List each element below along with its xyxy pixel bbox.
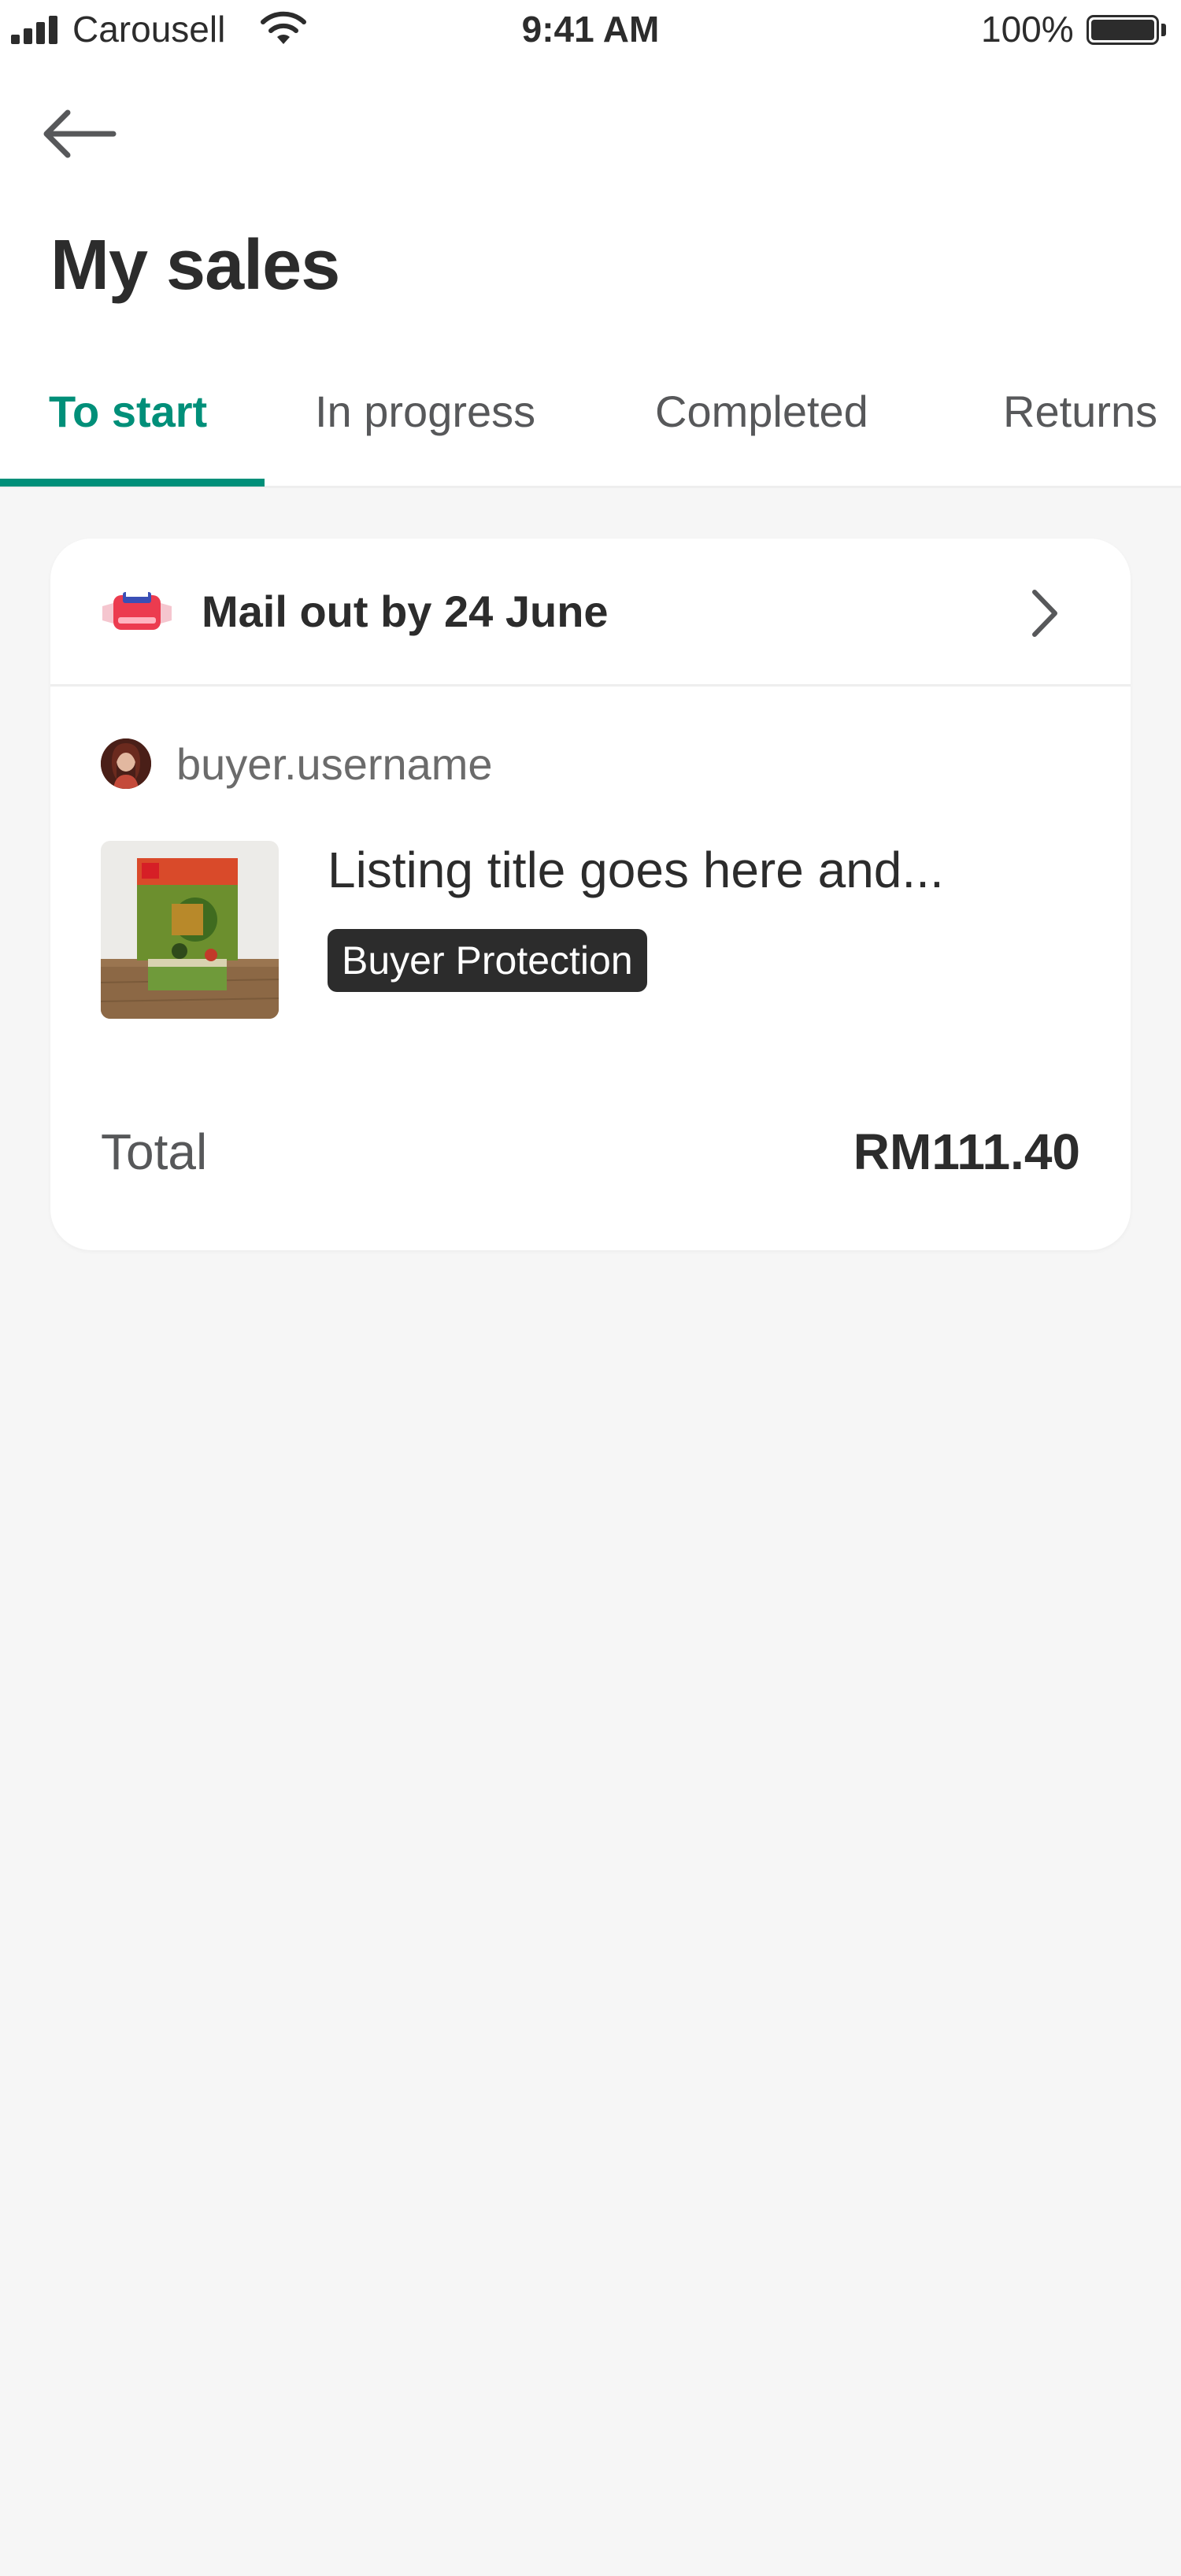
battery-icon: [1087, 15, 1159, 45]
tab-completed[interactable]: Completed: [655, 386, 868, 437]
listing-title[interactable]: Listing title goes here and...: [328, 841, 944, 899]
tab-bar: To start In progress Completed Returns: [0, 370, 1181, 488]
buyer-avatar: [101, 738, 151, 789]
status-bar: Carousell 9:41 AM 100%: [0, 0, 1181, 61]
header-area: Carousell 9:41 AM 100% My sales To start…: [0, 0, 1181, 488]
order-card[interactable]: Mail out by 24 June buyer.username Listi…: [50, 539, 1131, 1250]
tab-to-start[interactable]: To start: [49, 386, 207, 437]
total-label: Total: [101, 1123, 208, 1180]
total-value: RM111.40: [853, 1123, 1080, 1180]
chevron-right-icon: [1032, 590, 1057, 637]
buyer-username: buyer.username: [176, 739, 493, 789]
arrow-left-icon: [43, 109, 117, 158]
active-tab-indicator: [0, 479, 265, 487]
listing-thumbnail[interactable]: [101, 841, 279, 1019]
tab-returns[interactable]: Returns: [1003, 386, 1157, 437]
page-title: My sales: [50, 226, 340, 305]
buyer-protection-badge: Buyer Protection: [328, 929, 647, 992]
mail-out-header[interactable]: Mail out by 24 June: [50, 539, 1131, 687]
mail-out-deadline: Mail out by 24 June: [202, 587, 609, 636]
battery-tip: [1161, 24, 1166, 36]
mail-truck-icon: [102, 592, 172, 630]
tab-in-progress[interactable]: In progress: [315, 386, 535, 437]
back-button[interactable]: [39, 94, 134, 173]
battery-percentage: 100%: [981, 9, 1074, 50]
